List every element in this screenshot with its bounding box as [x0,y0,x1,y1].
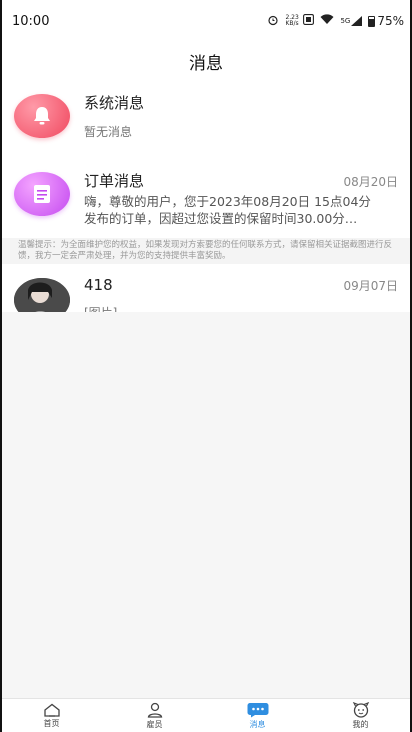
battery-indicator: 75% [368,14,404,28]
order-message-item[interactable]: 订单消息 08月20日 嗨，尊敬的用户，您于2023年08月20日 15点04分… [0,158,412,238]
chat-date: 09月07日 [343,279,398,293]
home-icon [43,703,60,717]
user-icon [147,702,162,718]
order-message-date: 08月20日 [343,175,398,189]
tab-home[interactable]: 首页 [22,703,82,729]
signal-icon: 5G [340,16,363,26]
bottom-tab-bar: 首页 雇员 消息 我的 [0,698,412,732]
page-title: 消息 [189,53,223,74]
header: 消息 [0,42,412,80]
safety-notice: 温馨提示：为全面维护您的权益，如果发现对方索要您的任何联系方式，请保留相关证据截… [0,238,412,264]
status-bar: 10:00 2.23 KB/s 5G 75% [0,0,412,42]
chat-contact-name: 418 [84,276,113,294]
tab-messages-label: 消息 [249,719,266,729]
tab-mine[interactable]: 我的 [331,701,391,730]
message-list: 系统消息 暂无消息 订单消息 08月20日 嗨，尊敬的用户，您于2023年08月… [0,80,412,344]
tab-employee-label: 雇员 [146,719,163,729]
order-message-preview-line2: 发布的订单，因超过您设置的保留时间30.00分… [84,211,358,226]
battery-percent: 75% [377,14,404,28]
tab-messages[interactable]: 消息 [228,702,288,730]
order-message-preview-line1: 嗨，尊敬的用户，您于2023年08月20日 15点04分 [84,194,371,209]
status-time: 10:00 [12,13,50,29]
signal-label: 5G [340,17,351,25]
system-message-title: 系统消息 [84,94,145,112]
system-message-item[interactable]: 系统消息 暂无消息 [0,80,412,158]
message-icon [247,702,268,717]
system-message-subtitle: 暂无消息 [84,125,133,139]
status-icons: 2.23 KB/s 5G 75% [267,14,404,29]
profile-face-icon [352,701,369,718]
tab-home-label: 首页 [43,718,60,728]
empty-area [0,312,412,698]
bell-icon [14,94,70,138]
wifi-icon [320,14,334,28]
tab-mine-label: 我的 [352,719,369,729]
document-icon [14,172,70,216]
nfc-icon [303,14,315,28]
battery-icon [368,15,376,27]
order-message-title: 订单消息 [84,172,145,190]
alarm-icon [267,14,279,29]
tab-employee[interactable]: 雇员 [125,702,185,730]
network-speed-icon: 2.23 KB/s [285,14,299,27]
